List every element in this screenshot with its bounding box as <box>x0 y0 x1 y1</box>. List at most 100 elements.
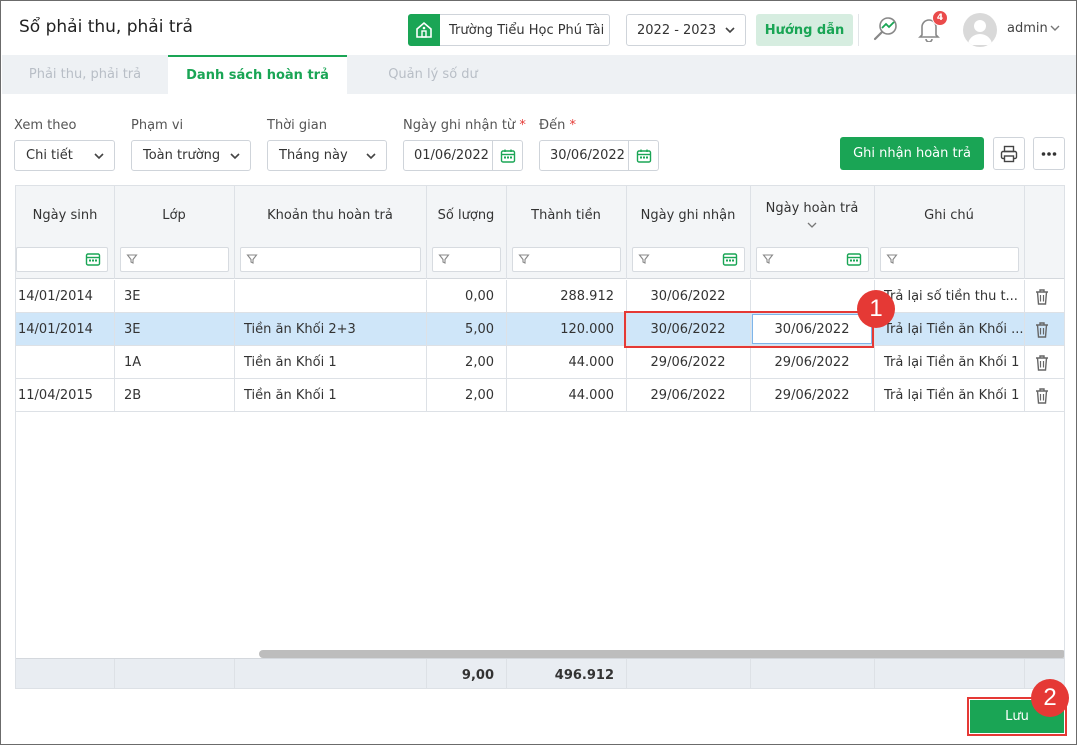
chevron-down-icon <box>230 153 240 160</box>
filter-amount[interactable] <box>512 247 621 272</box>
to-date-label-text: Đến <box>539 118 566 133</box>
view-by-select[interactable]: Chi tiết <box>14 140 115 171</box>
filter-quantity[interactable] <box>432 247 501 272</box>
chevron-down-icon <box>725 27 735 34</box>
chevron-down-icon[interactable] <box>1049 22 1061 34</box>
more-icon <box>1041 151 1057 156</box>
analytics-icon[interactable] <box>872 15 900 43</box>
calendar-icon[interactable] <box>628 141 658 170</box>
col-recorded-date[interactable]: Ngày ghi nhận <box>626 186 750 244</box>
scope-label: Phạm vi <box>131 118 184 133</box>
record-refund-button[interactable]: Ghi nhận hoàn trả <box>840 137 984 170</box>
cell-refund-item: Tiền ăn Khối 1 <box>244 354 337 370</box>
filter-dob[interactable] <box>16 247 108 272</box>
trash-icon[interactable] <box>1034 288 1050 305</box>
table-row[interactable]: 14/01/2014 3E 0,00 288.912 30/06/2022 Tr… <box>16 280 1064 313</box>
cell-note: Trả lại Tiền ăn Khối 1 <box>884 354 1020 370</box>
calendar-icon[interactable] <box>492 141 522 170</box>
cell-quantity: 2,00 <box>465 354 494 370</box>
total-amount: 496.912 <box>554 667 614 683</box>
cell-dob: 14/01/2014 <box>18 321 93 337</box>
cell-refund-date[interactable] <box>750 280 874 312</box>
calendar-icon[interactable] <box>846 251 862 267</box>
table-row[interactable]: 11/04/2015 2B Tiền ăn Khối 1 2,00 44.000… <box>16 379 1064 412</box>
col-class[interactable]: Lớp <box>114 186 234 244</box>
cell-amount: 120.000 <box>560 321 614 337</box>
to-date-input[interactable]: 30/06/2022 <box>539 140 659 171</box>
printer-icon <box>1000 145 1018 162</box>
filter-refund-date[interactable] <box>756 247 869 272</box>
time-label: Thời gian <box>267 118 327 133</box>
cell-note: Trả lại Tiền ăn Khối ... <box>884 321 1024 337</box>
filter-recorded-date[interactable] <box>632 247 745 272</box>
time-select[interactable]: Tháng này <box>267 140 387 171</box>
school-name: Trường Tiểu Học Phú Tài <box>449 22 605 38</box>
col-refund-date: Ngày hoàn trả <box>765 200 859 216</box>
tab-refund-list[interactable]: Danh sách hoàn trả <box>168 55 347 94</box>
column-divider <box>626 186 627 279</box>
trash-icon[interactable] <box>1034 321 1050 338</box>
user-name[interactable]: admin <box>1007 21 1048 36</box>
table-row[interactable]: 1A Tiền ăn Khối 1 2,00 44.000 29/06/2022… <box>16 346 1064 379</box>
trash-icon[interactable] <box>1034 387 1050 404</box>
filter-icon <box>518 254 530 264</box>
column-divider <box>874 659 875 688</box>
cell-refund-item: Tiền ăn Khối 1 <box>244 387 337 403</box>
column-divider <box>234 659 235 688</box>
chevron-down-icon <box>366 153 376 160</box>
view-by-value: Chi tiết <box>26 148 73 163</box>
print-button[interactable] <box>993 137 1025 170</box>
filter-refund-item[interactable] <box>240 247 421 272</box>
chevron-down-icon <box>94 153 104 160</box>
cell-recorded-date: 29/06/2022 <box>650 387 726 403</box>
column-divider <box>114 659 115 688</box>
column-divider <box>426 186 427 279</box>
filter-note[interactable] <box>880 247 1019 272</box>
col-dob[interactable]: Ngày sinh <box>16 186 114 244</box>
table-row[interactable]: 14/01/2014 3E Tiền ăn Khối 2+3 5,00 120.… <box>16 313 1064 346</box>
table-header: Ngày sinh Lớp Khoản thu hoàn trả Số lượn… <box>16 186 1064 279</box>
tab-balance-management[interactable]: Quản lý số dư <box>347 55 519 94</box>
col-refund-item[interactable]: Khoản thu hoàn trả <box>234 186 426 244</box>
divider <box>858 14 859 46</box>
col-amount[interactable]: Thành tiền <box>506 186 626 244</box>
cell-amount: 288.912 <box>560 288 614 304</box>
top-header: Sổ phải thu, phải trả Trường Tiểu Học Ph… <box>2 2 1076 54</box>
step-2-marker: 2 <box>1031 679 1069 717</box>
cell-quantity: 0,00 <box>465 288 494 304</box>
sort-chevron-icon <box>807 222 817 228</box>
time-value: Tháng này <box>279 148 348 163</box>
cell-class: 2B <box>124 387 142 403</box>
cell-refund-date[interactable]: 29/06/2022 <box>750 346 874 378</box>
total-quantity: 9,00 <box>461 667 494 683</box>
calendar-icon[interactable] <box>85 251 101 267</box>
calendar-icon[interactable] <box>722 251 738 267</box>
col-note[interactable]: Ghi chú <box>874 186 1024 244</box>
cell-refund-date[interactable]: 29/06/2022 <box>750 379 874 411</box>
column-divider <box>874 186 875 279</box>
school-year-select[interactable]: 2022 - 2023 <box>626 14 746 46</box>
avatar[interactable] <box>963 13 997 47</box>
notification-badge: 4 <box>932 10 948 26</box>
horizontal-scrollbar[interactable] <box>259 650 1064 658</box>
more-options-button[interactable] <box>1033 137 1065 170</box>
school-year-value: 2022 - 2023 <box>637 22 717 38</box>
column-divider <box>114 186 115 279</box>
guide-button[interactable]: Hướng dẫn <box>756 14 853 46</box>
cell-note: Trả lại số tiền thu t... <box>884 288 1018 304</box>
col-quantity[interactable]: Số lượng <box>426 186 506 244</box>
cell-quantity: 2,00 <box>465 387 494 403</box>
scope-select[interactable]: Toàn trường <box>131 140 251 171</box>
cell-amount: 44.000 <box>568 387 615 403</box>
table-footer-totals: 9,00 496.912 <box>16 658 1064 688</box>
tab-receivables-payables[interactable]: Phải thu, phải trả <box>2 55 168 94</box>
app-window: Sổ phải thu, phải trả Trường Tiểu Học Ph… <box>0 0 1077 745</box>
column-divider <box>506 186 507 279</box>
school-selector[interactable]: Trường Tiểu Học Phú Tài <box>408 13 610 46</box>
school-icon <box>408 13 440 46</box>
from-date-input[interactable]: 01/06/2022 <box>403 140 523 171</box>
filter-icon <box>886 254 898 264</box>
trash-icon[interactable] <box>1034 354 1050 371</box>
col-refund-date-header[interactable]: Ngày hoàn trả <box>750 186 874 244</box>
filter-class[interactable] <box>120 247 229 272</box>
